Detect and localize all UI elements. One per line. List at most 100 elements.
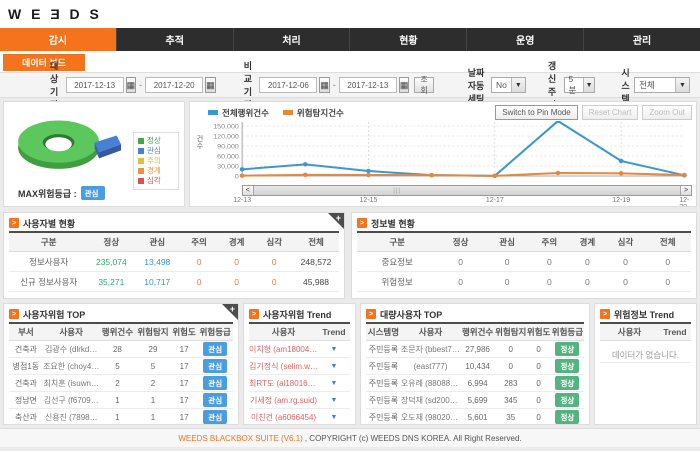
cell: 35,271	[88, 277, 134, 287]
scroll-right-icon[interactable]: >	[680, 186, 691, 195]
legend-color-orange	[283, 110, 293, 115]
table-row: 기세정 (am.rg.suid)▼	[249, 392, 350, 409]
svg-text:120,000: 120,000	[213, 134, 239, 141]
range-dash: -	[333, 80, 336, 90]
max-risk-line: MAX위험등급 : 관심	[18, 186, 105, 200]
target-from-input[interactable]	[66, 77, 124, 93]
cell: 0	[218, 277, 256, 287]
cell: 김선구 (f6709…	[43, 395, 100, 406]
table-row: 병점1동조요한 (choy4…5517관심	[9, 358, 233, 375]
cell: 248,572	[293, 257, 339, 267]
calendar-icon[interactable]: ▦	[399, 77, 410, 93]
calendar-icon[interactable]: ▦	[205, 77, 216, 93]
legend-label: 경계	[147, 166, 161, 176]
x-tick-label: 12-20	[679, 197, 689, 207]
bulk-user-top-panel: > 대량사용자 TOP 시스템명사용자행위건수위험탐지위험도위험등급 주민등록조…	[360, 303, 590, 425]
panel-title-text: 사용자위험 TOP	[23, 308, 85, 321]
status-tables-row: + > 사용자별 현황 구분정상관심주의경계심각전체 정보사용자235,0741…	[0, 210, 700, 301]
col-header: 주의	[530, 236, 568, 248]
cell-user[interactable]: 김기정식 (selim.wusig)	[249, 361, 318, 372]
bottom-panels-row: + > 사용자위험 TOP 부서사용자행위건수위험탐지위험도위험등급 건축과김광…	[0, 301, 700, 427]
trend-down-icon: ▼	[318, 397, 350, 404]
chart-scrollbar[interactable]: < ||| >	[242, 185, 692, 196]
panel-title: > 정보별 현황	[357, 215, 691, 233]
y-axis-title: 건수	[194, 135, 204, 149]
system-select[interactable]: 전체 ▼	[634, 77, 690, 93]
panel-title: > 사용자별 현황	[9, 215, 339, 233]
col-header: 부서	[9, 326, 43, 338]
panel-title: > 대량사용자 TOP	[366, 306, 584, 324]
cell-user[interactable]: 이친건 (a6066454)	[249, 412, 318, 423]
table-header: 사용자Trend	[600, 324, 691, 341]
cell: 건축과	[9, 378, 43, 389]
table-header: 구분정상관심주의경계심각전체	[357, 233, 691, 252]
table-row: 건축과김광수 (dlrkd…282917관심	[9, 341, 233, 358]
nav-tab-label: 운영	[516, 32, 534, 47]
compare-to-input[interactable]	[339, 77, 397, 93]
target-to-input[interactable]	[145, 77, 203, 93]
cell-user[interactable]: 최RT도 (al1801604)	[249, 378, 318, 389]
table-header: 부서사용자행위건수위험탐지위험도위험등급	[9, 324, 233, 341]
scroll-left-icon[interactable]: <	[243, 186, 254, 195]
tab-data-board[interactable]: 데이터 보드	[3, 54, 85, 71]
table-row: 신규 정보사용자35,27110,71700045,988	[9, 272, 339, 292]
calendar-icon[interactable]: ▦	[319, 77, 330, 93]
trend-down-icon: ▼	[318, 414, 350, 421]
chart-buttons: Switch to Pin Mode Reset Chart Zoom Out	[495, 105, 692, 120]
col-header: 위험도	[171, 326, 198, 338]
cell: 28	[100, 345, 136, 354]
legend-color-normal	[138, 138, 144, 144]
risk-grade-badge: 관심	[203, 359, 227, 373]
legend-color-alert	[138, 168, 144, 174]
zoom-out-button[interactable]: Zoom Out	[642, 105, 692, 120]
cell: 정남면	[9, 395, 43, 406]
cell: 주민등록	[366, 412, 401, 423]
scrollbar-grip[interactable]: |||	[393, 188, 401, 194]
trend-down-icon: ▼	[318, 380, 350, 387]
auto-date-select[interactable]: No ▼	[491, 77, 526, 93]
refresh-select[interactable]: 5분 ▼	[564, 77, 596, 93]
system-label: 시스템	[621, 66, 630, 105]
cell: 0	[437, 257, 484, 267]
info-risk-trend-panel: > 위험정보 Trend 사용자Trend 데이터가 없습니다.	[594, 303, 697, 425]
footer: WEEDS BLACKBOX SUITE (V6.1) , COPYRIGHT …	[0, 428, 700, 447]
subtab-row: 데이터 보드	[0, 51, 700, 72]
main-nav: 감시 추적 처리 현황 운영 관리	[0, 28, 700, 51]
cell: 주민등록	[366, 378, 401, 389]
panel-title: > 위험정보 Trend	[600, 306, 691, 324]
cell-user[interactable]: 기세정 (am.rg.suid)	[249, 395, 318, 406]
nav-tab-label: 감시	[49, 32, 67, 47]
app-header: W E Ǝ D S	[0, 0, 700, 28]
cell: 0	[526, 362, 550, 371]
nav-tab-status[interactable]: 현황	[349, 28, 466, 51]
auto-date-label: 날짜 자동 세팅	[468, 66, 487, 105]
switch-pin-mode-button[interactable]: Switch to Pin Mode	[495, 105, 577, 120]
nav-tab-admin[interactable]: 관리	[583, 28, 700, 51]
nav-tab-monitoring[interactable]: 감시	[0, 28, 116, 51]
cell: 29	[135, 345, 171, 354]
expand-fold[interactable]	[328, 213, 344, 229]
cell: 조요한 (choy4…	[43, 361, 100, 372]
nav-tab-operation[interactable]: 운영	[466, 28, 583, 51]
cell: 5,601	[460, 413, 495, 422]
cell: 235,074	[88, 257, 134, 267]
col-header: 사용자	[600, 326, 659, 338]
cell-user[interactable]: 이치형 (am1800404)	[249, 344, 318, 355]
footer-brand: WEEDS BLACKBOX SUITE (V6.1)	[178, 434, 302, 443]
nav-tab-processing[interactable]: 처리	[233, 28, 350, 51]
svg-text:90,000: 90,000	[217, 144, 239, 151]
compare-from-input[interactable]	[259, 77, 317, 93]
max-risk-badge: 관심	[81, 186, 105, 200]
system-value: 전체	[639, 79, 655, 91]
risk-grade-badge: 관심	[203, 410, 227, 424]
table-row: 주민등록오도재 (9802005-91)5,601350정상	[366, 409, 584, 425]
auto-date-value: No	[496, 80, 507, 90]
table-row: 주민등록오유례 (88088371)6,9942830정상	[366, 375, 584, 392]
cell: 0	[644, 277, 691, 287]
search-button[interactable]: 조회	[414, 77, 433, 93]
reset-chart-button[interactable]: Reset Chart	[582, 105, 639, 120]
table-row: 최RT도 (al1801604)▼	[249, 375, 350, 392]
calendar-icon[interactable]: ▦	[126, 77, 137, 93]
expand-fold[interactable]	[222, 304, 238, 320]
nav-tab-tracking[interactable]: 추적	[116, 28, 233, 51]
